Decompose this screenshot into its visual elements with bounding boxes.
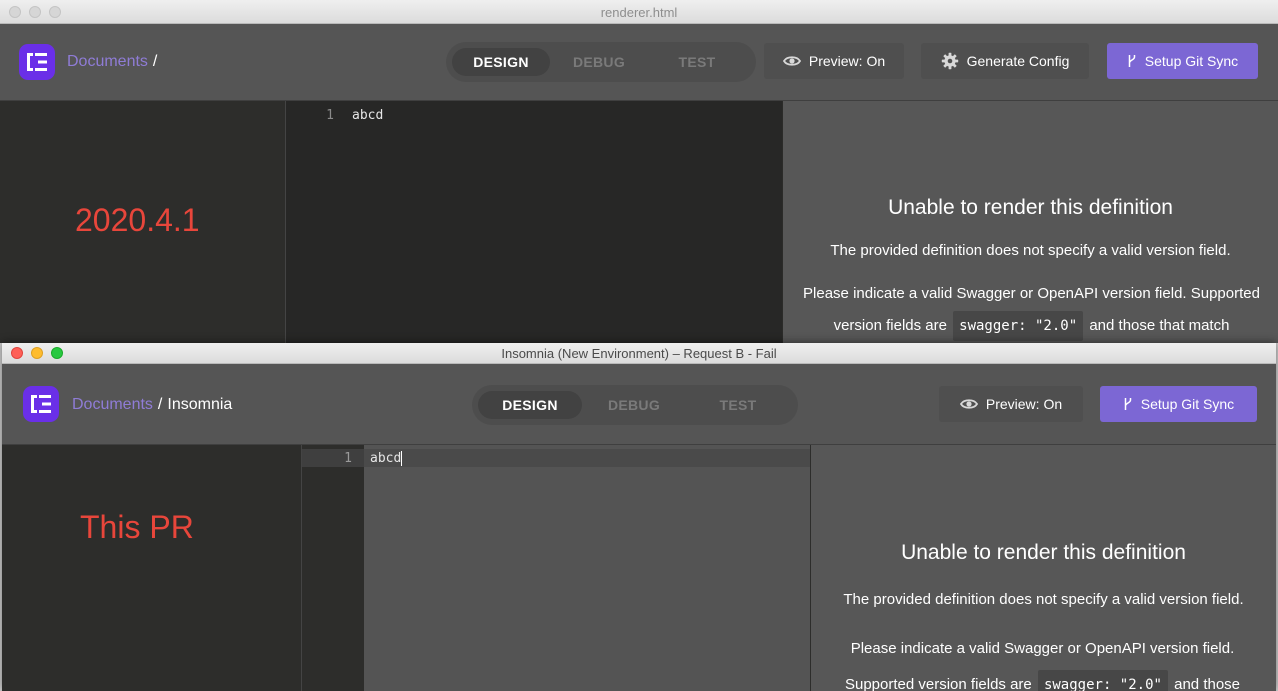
code-editor[interactable]: 1 abcd [286,101,782,343]
generate-config-button[interactable]: Generate Config [921,43,1089,79]
breadcrumb: Documents / [67,53,162,71]
git-branch-icon [1124,398,1132,410]
breadcrumb: Documents / Insomnia [72,396,232,414]
insomnia-logo-icon[interactable] [19,44,55,80]
window-title: Insomnia (New Environment) – Request B -… [501,346,777,361]
git-branch-icon [1128,55,1136,67]
tab-test[interactable]: TEST [648,48,746,76]
preview-error-description: The provided definition does not specify… [843,591,1244,608]
editor-gutter: 1 [286,101,342,343]
breadcrumb-documents-link[interactable]: Documents [72,396,153,413]
preview-pane: Unable to render this definition The pro… [811,445,1276,691]
insomnia-logo-icon[interactable] [23,386,59,422]
code-editor[interactable]: 1 abcd [302,445,810,691]
setup-git-sync-button[interactable]: Setup Git Sync [1107,43,1258,79]
activity-tabs: DESIGN DEBUG TEST [446,42,756,82]
app-header: Documents / DESIGN DEBUG TEST Preview: On [0,24,1278,101]
setup-git-sync-label: Setup Git Sync [1140,396,1235,412]
window-title: renderer.html [600,5,678,20]
window-renderer: renderer.html Documents / DESIGN DEBUG TE… [0,0,1278,343]
window-titlebar[interactable]: renderer.html [0,0,1278,24]
hint-suffix: and those [1174,676,1241,691]
preview-pane: Unable to render this definition The pro… [783,101,1278,343]
preview-error-hint: Please indicate a valid Swagger or OpenA… [829,631,1256,691]
sidebar: 2020.4.1 [0,101,286,343]
hint-suffix: and those that match [1089,317,1230,334]
gear-icon [941,52,958,70]
editor-gutter: 1 [302,445,364,691]
preview-error-hint: Please indicate a valid Swagger or OpenA… [795,278,1268,342]
version-annotation: 2020.4.1 [75,202,200,238]
preview-toggle-button[interactable]: Preview: On [939,386,1083,422]
pr-annotation: This PR [80,509,194,545]
hint-code: swagger: "2.0" [1037,670,1168,691]
hint-code: swagger: "2.0" [953,311,1084,341]
breadcrumb-current: Insomnia [167,396,233,413]
preview-error-title: Unable to render this definition [888,196,1173,219]
tab-design[interactable]: DESIGN [452,48,550,76]
active-line-gutter [302,449,364,467]
code-line[interactable]: abcd [370,451,403,466]
preview-error-description: The provided definition does not specify… [830,242,1231,259]
tab-debug[interactable]: DEBUG [550,48,648,76]
eye-icon [959,399,978,409]
tab-debug[interactable]: DEBUG [582,391,686,419]
setup-git-sync-button[interactable]: Setup Git Sync [1100,386,1257,422]
preview-toggle-button[interactable]: Preview: On [764,43,904,79]
sidebar: This PR [2,445,302,691]
breadcrumb-documents-link[interactable]: Documents [67,53,148,70]
code-line[interactable]: abcd [352,108,383,123]
line-number: 1 [326,108,334,123]
preview-error-title: Unable to render this definition [901,541,1186,564]
breadcrumb-separator: / [157,396,163,413]
line-number: 1 [344,451,352,466]
window-insomnia: Insomnia (New Environment) – Request B -… [2,343,1276,691]
tab-design[interactable]: DESIGN [478,391,582,419]
window-titlebar[interactable]: Insomnia (New Environment) – Request B -… [2,343,1276,364]
generate-config-label: Generate Config [966,53,1070,69]
app-header: Documents / Insomnia DESIGN DEBUG TEST Pre… [2,364,1276,445]
text-cursor [401,451,403,466]
eye-icon [782,56,801,66]
preview-toggle-label: Preview: On [985,396,1063,412]
preview-toggle-label: Preview: On [808,53,886,69]
setup-git-sync-label: Setup Git Sync [1144,53,1239,69]
tab-test[interactable]: TEST [686,391,790,419]
code-text: abcd [370,451,402,466]
breadcrumb-separator: / [152,53,158,70]
activity-tabs: DESIGN DEBUG TEST [472,385,798,425]
